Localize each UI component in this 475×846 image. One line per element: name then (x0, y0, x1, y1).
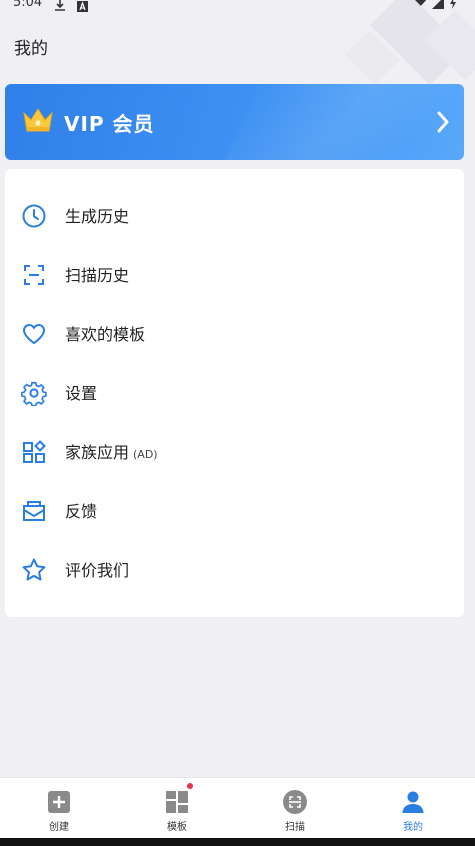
status-bar: 5:04 (0, 0, 475, 14)
plus-square-icon (47, 790, 71, 814)
menu-item-settings[interactable]: 设置 (5, 367, 464, 419)
person-icon (401, 790, 425, 814)
system-navigation-edge (0, 838, 475, 846)
vip-membership-card[interactable]: VIP 会员 (5, 84, 464, 160)
apps-grid-icon (21, 439, 47, 465)
ad-tag: (AD) (133, 448, 158, 461)
menu-item-label: 家族应用 (AD) (65, 443, 158, 462)
menu-item-label: 设置 (65, 384, 98, 403)
notification-a-icon (77, 0, 88, 16)
nav-templates[interactable]: 模板 (118, 778, 236, 838)
gear-icon (21, 380, 47, 407)
menu-item-scan-history[interactable]: 扫描历史 (5, 249, 464, 301)
vip-label: VIP 会员 (64, 112, 155, 136)
menu-item-family-apps[interactable]: 家族应用 (AD) (5, 426, 464, 478)
menu-item-generate-history[interactable]: 生成历史 (5, 190, 464, 242)
nav-mine[interactable]: 我的 (354, 778, 472, 838)
menu-item-label: 喜欢的模板 (65, 325, 146, 344)
clock-icon (21, 203, 47, 229)
menu-item-label: 生成历史 (65, 207, 130, 226)
heart-icon (21, 321, 47, 347)
menu-item-rate-us[interactable]: 评价我们 (5, 544, 464, 596)
notification-badge (187, 783, 193, 789)
menu-item-feedback[interactable]: 反馈 (5, 485, 464, 537)
menu-item-favorite-templates[interactable]: 喜欢的模板 (5, 308, 464, 360)
vip-card-highlight (223, 84, 464, 160)
nav-scan[interactable]: 扫描 (236, 778, 354, 838)
nav-label: 创建 (49, 822, 69, 833)
menu-card: 生成历史 扫描历史 喜欢的模板 设置 家族应用 (AD) 反馈 评价我们 (5, 169, 464, 617)
star-icon (21, 557, 47, 583)
menu-item-label: 反馈 (65, 502, 98, 521)
bottom-navigation: 创建 模板 扫描 我的 (0, 777, 475, 838)
page-title: 我的 (14, 39, 48, 59)
template-grid-icon (165, 790, 189, 814)
chevron-right-icon (436, 110, 450, 138)
nav-label: 模板 (167, 822, 187, 833)
nav-create[interactable]: 创建 (0, 778, 118, 838)
scan-icon (283, 790, 307, 814)
menu-item-label: 扫描历史 (65, 266, 130, 285)
status-time: 5:04 (13, 0, 43, 10)
scan-frame-icon (21, 262, 47, 288)
crown-icon (22, 107, 54, 139)
menu-item-label: 评价我们 (65, 561, 130, 580)
nav-label: 扫描 (285, 822, 305, 833)
download-icon (54, 0, 66, 16)
wifi-icon (407, 0, 429, 13)
signal-icon (432, 0, 444, 13)
mail-icon (21, 498, 47, 524)
nav-label: 我的 (403, 822, 423, 833)
battery-icon (449, 0, 457, 13)
